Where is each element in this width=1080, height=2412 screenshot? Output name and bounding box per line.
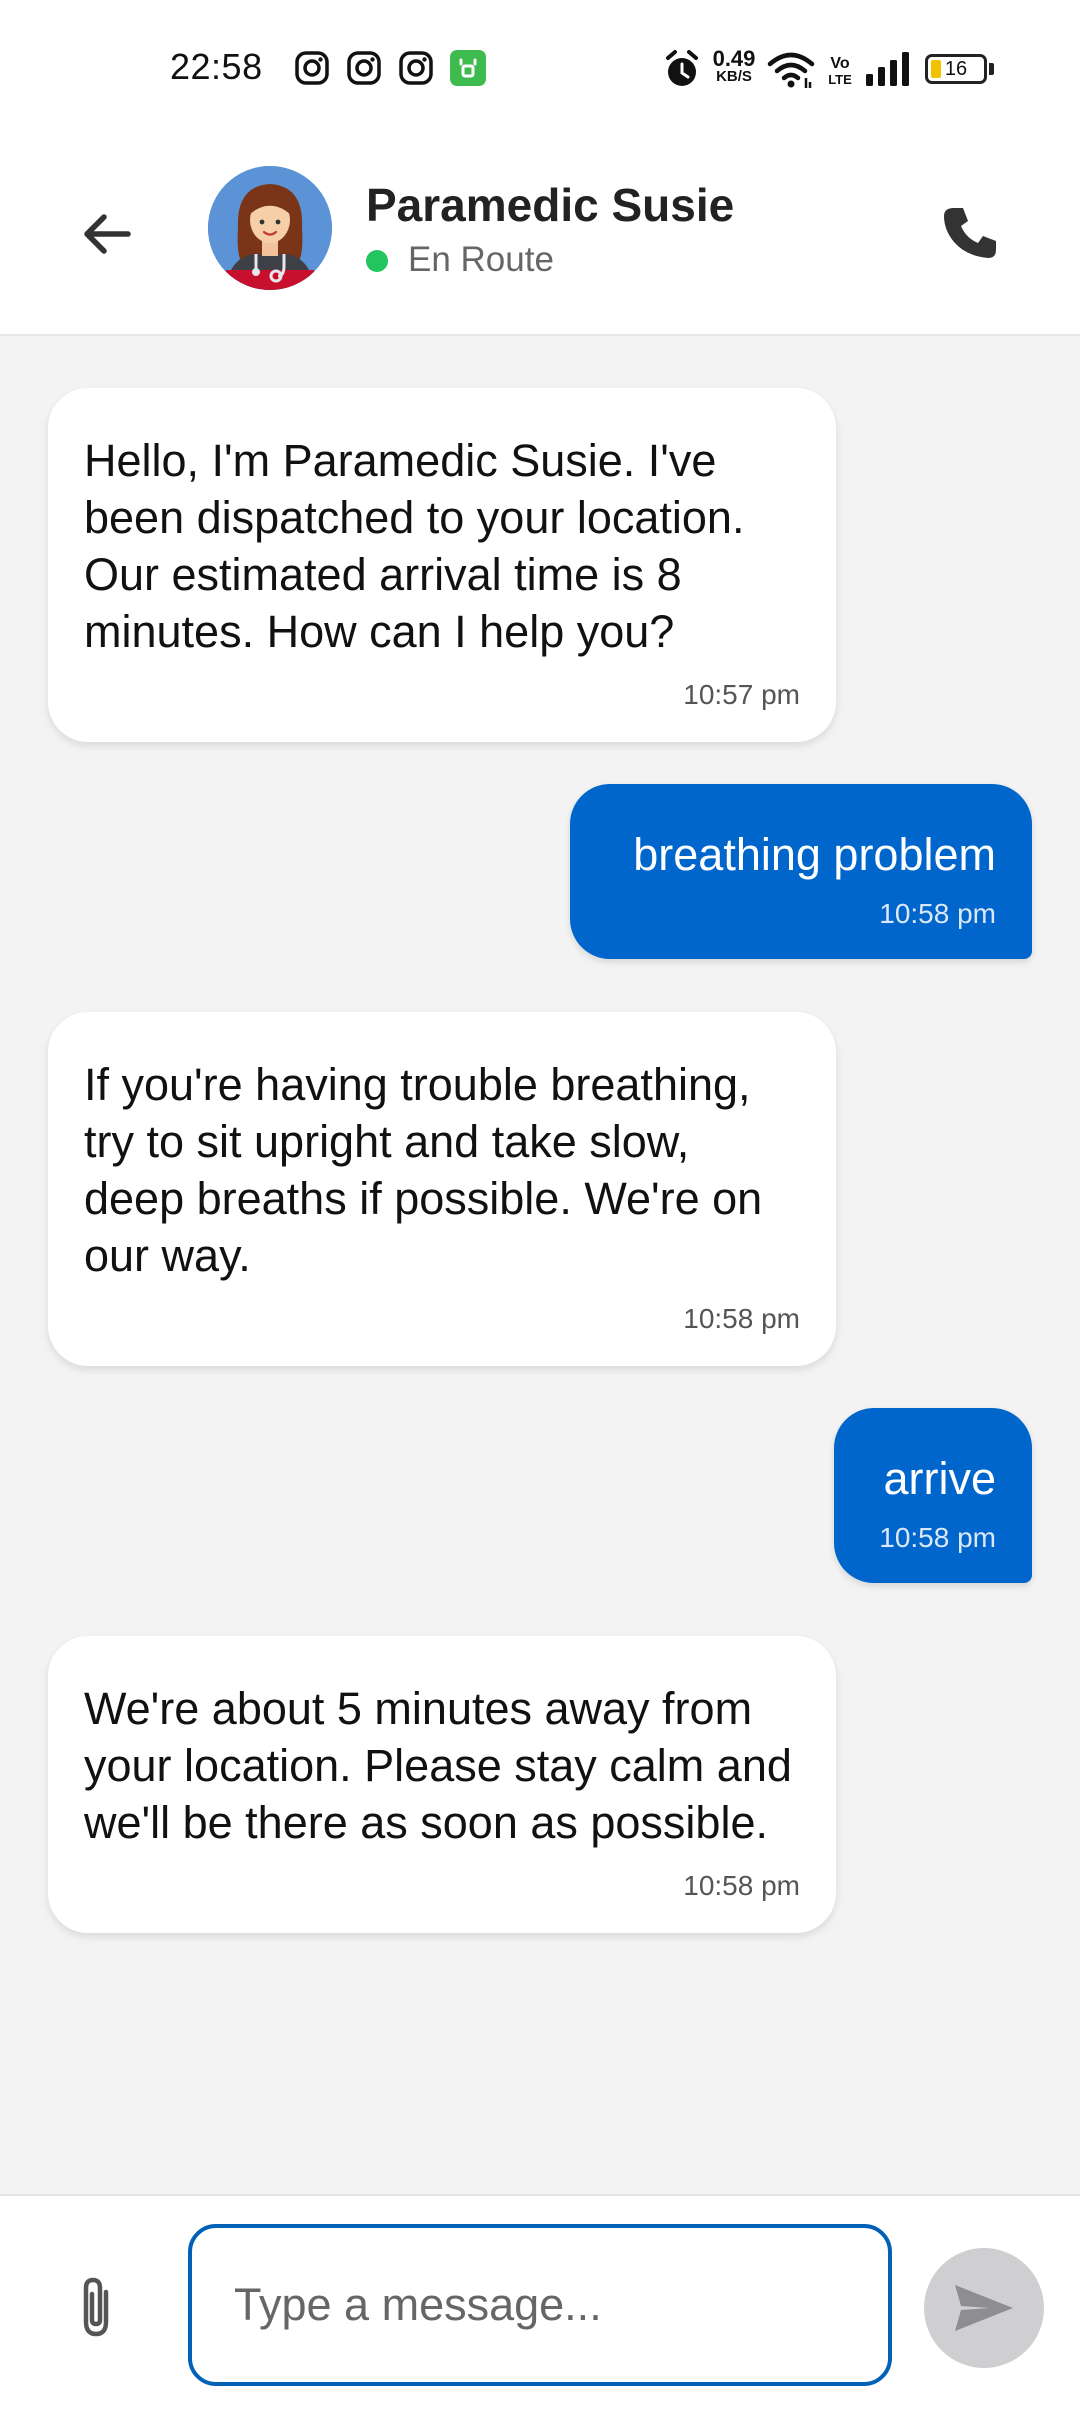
message-timestamp: 10:58 pm — [879, 1522, 996, 1553]
message-timestamp: 10:58 pm — [683, 1870, 800, 1901]
signal-icon — [866, 52, 909, 86]
attach-button[interactable] — [58, 2268, 138, 2348]
arrow-left-icon — [84, 214, 131, 254]
online-status-dot — [366, 250, 388, 272]
status-bar: 22:58 0.49 KB/S Vo LTE 16 — [0, 0, 1080, 138]
message-bubble-incoming: If you're having trouble breathing, try … — [48, 1012, 836, 1366]
instagram-icon — [347, 51, 381, 85]
message-text: breathing problem — [633, 829, 996, 880]
alarm-icon — [666, 50, 698, 86]
volte-label-bottom: LTE — [828, 72, 852, 87]
instagram-icon — [399, 51, 433, 85]
message-bubble-incoming: We're about 5 minutes away from your loc… — [48, 1636, 836, 1933]
message-text: We're about 5 minutes away from your loc… — [84, 1683, 792, 1848]
instagram-icon — [295, 51, 329, 85]
wifi-icon — [767, 52, 815, 88]
volte-label-top: Vo — [830, 55, 849, 72]
battery-tip — [989, 63, 994, 75]
message-timestamp: 10:58 pm — [879, 898, 996, 929]
net-speed-indicator: 0.49 KB/S — [708, 46, 760, 86]
paperclip-icon — [83, 2277, 109, 2337]
message-bubble-outgoing: arrive 10:58 pm — [834, 1408, 1032, 1583]
call-button[interactable] — [930, 194, 1010, 274]
contact-name: Paramedic Susie — [366, 179, 735, 231]
message-bubble-outgoing: breathing problem 10:58 pm — [570, 784, 1032, 959]
battery-icon: 16 — [925, 54, 987, 84]
message-text: If you're having trouble breathing, try … — [84, 1059, 763, 1281]
status-time: 22:58 — [170, 46, 263, 87]
message-text: Hello, I'm Paramedic Susie. I've been di… — [84, 435, 745, 657]
send-button[interactable] — [924, 2248, 1044, 2368]
message-text: arrive — [883, 1453, 996, 1504]
volte-icon: Vo LTE — [828, 55, 852, 87]
paramedic-avatar-icon — [208, 166, 332, 290]
message-list[interactable]: Hello, I'm Paramedic Susie. I've been di… — [0, 338, 1080, 2192]
chat-header: Paramedic Susie En Route — [0, 138, 1080, 336]
battery-level: 16 — [944, 58, 968, 80]
phone-icon — [944, 208, 996, 258]
message-timestamp: 10:58 pm — [683, 1303, 800, 1334]
send-icon — [955, 2285, 1013, 2331]
contact-status: En Route — [408, 240, 554, 279]
avatar[interactable] — [208, 166, 332, 290]
message-composer — [0, 2194, 1080, 2412]
message-timestamp: 10:57 pm — [683, 679, 800, 710]
back-button[interactable] — [68, 194, 148, 274]
store-icon — [450, 50, 486, 86]
net-speed-value: 0.49 — [712, 46, 756, 71]
message-input[interactable] — [188, 2224, 892, 2386]
message-bubble-incoming: Hello, I'm Paramedic Susie. I've been di… — [48, 388, 836, 742]
